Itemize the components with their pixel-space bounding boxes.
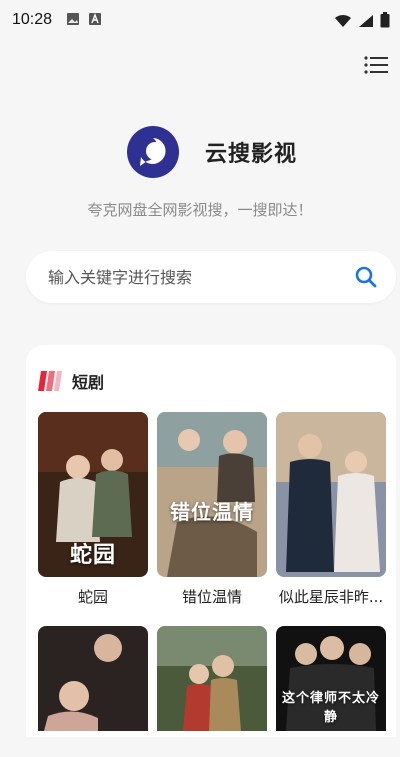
drama-title: 似此星辰非昨... — [278, 588, 384, 606]
drama-poster-title: 这个律师不太冷静 — [281, 691, 380, 725]
drama-poster: 蛇园 — [38, 412, 148, 577]
app-logo-icon — [127, 126, 179, 178]
search-icon[interactable] — [354, 265, 378, 289]
drama-item[interactable] — [38, 626, 148, 731]
drama-poster — [276, 412, 386, 577]
signal-icon — [358, 13, 374, 32]
drama-item[interactable]: 错位温情 错位温情 — [157, 412, 267, 626]
search-bar — [26, 251, 396, 303]
app-tagline: 夸克网盘全网影视搜，一搜即达！ — [87, 201, 313, 219]
drama-item[interactable]: 蛇园 蛇园 — [38, 412, 148, 626]
status-time: 10:28 — [12, 11, 53, 28]
drama-poster: 这个律师不太冷静 — [276, 626, 386, 731]
drama-poster-title: 蛇园 — [69, 543, 116, 568]
bottom-edge — [0, 737, 400, 757]
drama-poster: 错位温情 — [157, 412, 267, 577]
menu-list-icon[interactable] — [364, 56, 388, 74]
drama-title: 蛇园 — [77, 588, 108, 606]
section-header: 短剧 — [38, 369, 104, 393]
drama-grid: 蛇园 蛇园 错位温情 错位温情 似此星辰非昨... 这个律师不太冷静 — [38, 412, 386, 731]
drama-poster — [157, 626, 267, 731]
short-drama-section: 短剧 蛇园 蛇园 错位温情 错位温情 似此星辰非昨... 这个律师不太冷静 — [26, 345, 396, 757]
wifi-icon — [334, 13, 352, 32]
brand-header: 云搜影视 — [127, 126, 297, 178]
font-a-icon — [88, 11, 102, 30]
section-marker-icon — [38, 371, 62, 391]
battery-icon — [380, 12, 390, 32]
search-input[interactable] — [48, 267, 354, 287]
status-bar: 10:28 — [0, 0, 400, 40]
drama-item[interactable] — [157, 626, 267, 731]
section-title: 短剧 — [72, 373, 105, 392]
image-icon — [66, 11, 80, 30]
drama-poster — [38, 626, 148, 731]
app-title: 云搜影视 — [205, 142, 298, 167]
drama-title: 错位温情 — [181, 588, 242, 606]
drama-poster-title: 错位温情 — [170, 500, 254, 524]
drama-item[interactable]: 似此星辰非昨... — [276, 412, 386, 626]
drama-item[interactable]: 这个律师不太冷静 — [276, 626, 386, 731]
app-screen: 云搜影视 夸克网盘全网影视搜，一搜即达！ 短剧 — [0, 40, 400, 757]
